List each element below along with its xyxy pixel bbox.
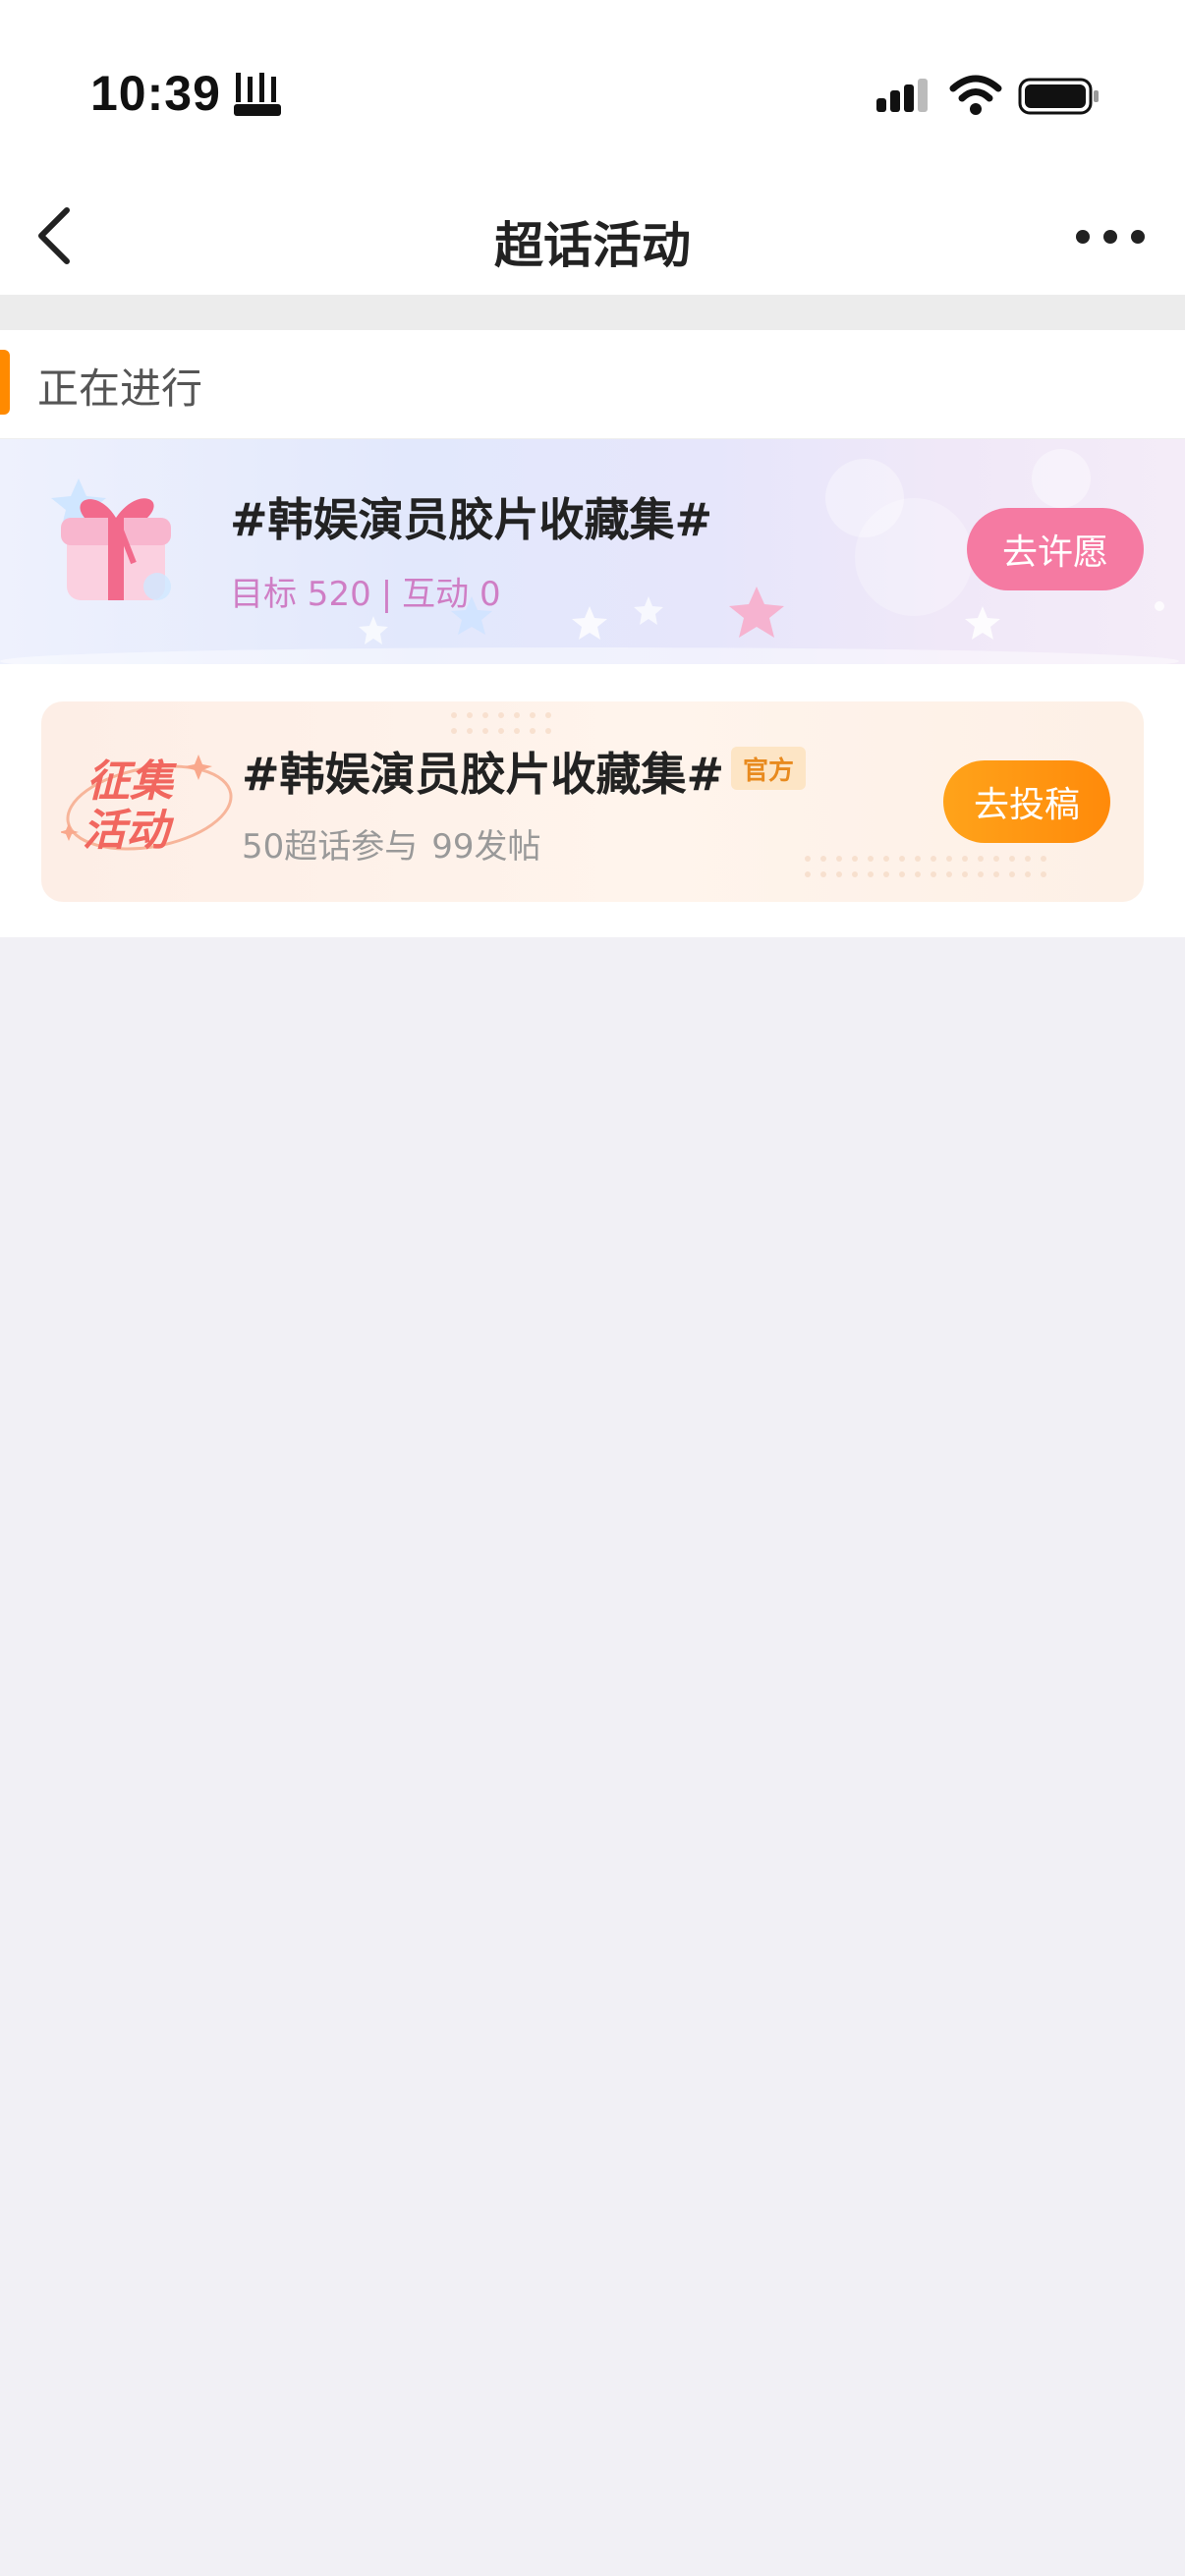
divider-band xyxy=(0,295,1185,330)
participants-count: 50超话参与 xyxy=(242,827,419,867)
ongoing-section: 正在进行 #韩娱演员胶片收藏集# 目标 520 | 互动 0 去许愿 征集 活动… xyxy=(0,330,1185,937)
section-title: 正在进行 xyxy=(37,364,203,413)
wish-activity-stats: 目标 520 | 互动 0 xyxy=(230,567,501,615)
posts-count: 99发帖 xyxy=(431,827,541,867)
badge-text-line2: 活动 xyxy=(83,806,175,856)
badge-text-line1: 征集 xyxy=(86,756,177,807)
app-activity-icon xyxy=(234,73,281,116)
nav-bar: 超话活动 xyxy=(0,177,1185,295)
page-title: 超话活动 xyxy=(494,217,691,274)
battery-icon xyxy=(1018,78,1099,115)
more-dots-icon[interactable] xyxy=(1071,210,1150,263)
collect-activity-badge: 征集 活动 xyxy=(61,755,233,856)
collect-activity-title: #韩娱演员胶片收藏集# xyxy=(242,748,725,801)
status-bar: 10:39 xyxy=(0,0,1185,177)
official-badge: 官方 xyxy=(731,747,807,790)
wish-activity-banner[interactable]: #韩娱演员胶片收藏集# 目标 520 | 互动 0 去许愿 xyxy=(0,439,1185,664)
submit-post-button[interactable]: 去投稿 xyxy=(943,760,1110,843)
collect-activity-card[interactable]: 征集 活动 #韩娱演员胶片收藏集# 官方 50超话参与 99发帖 去投稿 xyxy=(41,701,1144,902)
section-header: 正在进行 xyxy=(0,330,1185,439)
section-accent-bar xyxy=(0,350,10,415)
gift-box-icon xyxy=(51,478,171,600)
wish-interaction: 互动 0 xyxy=(402,575,501,614)
status-time: 10:39 xyxy=(90,66,221,121)
wifi-icon xyxy=(949,75,1002,115)
collect-activity-stats: 50超话参与 99发帖 xyxy=(242,819,541,868)
make-wish-button[interactable]: 去许愿 xyxy=(967,508,1144,590)
stats-separator: | xyxy=(380,575,393,614)
cellular-signal-icon xyxy=(876,79,928,112)
wish-activity-title: #韩娱演员胶片收藏集# xyxy=(230,493,713,546)
wish-target: 目标 520 xyxy=(230,575,371,614)
